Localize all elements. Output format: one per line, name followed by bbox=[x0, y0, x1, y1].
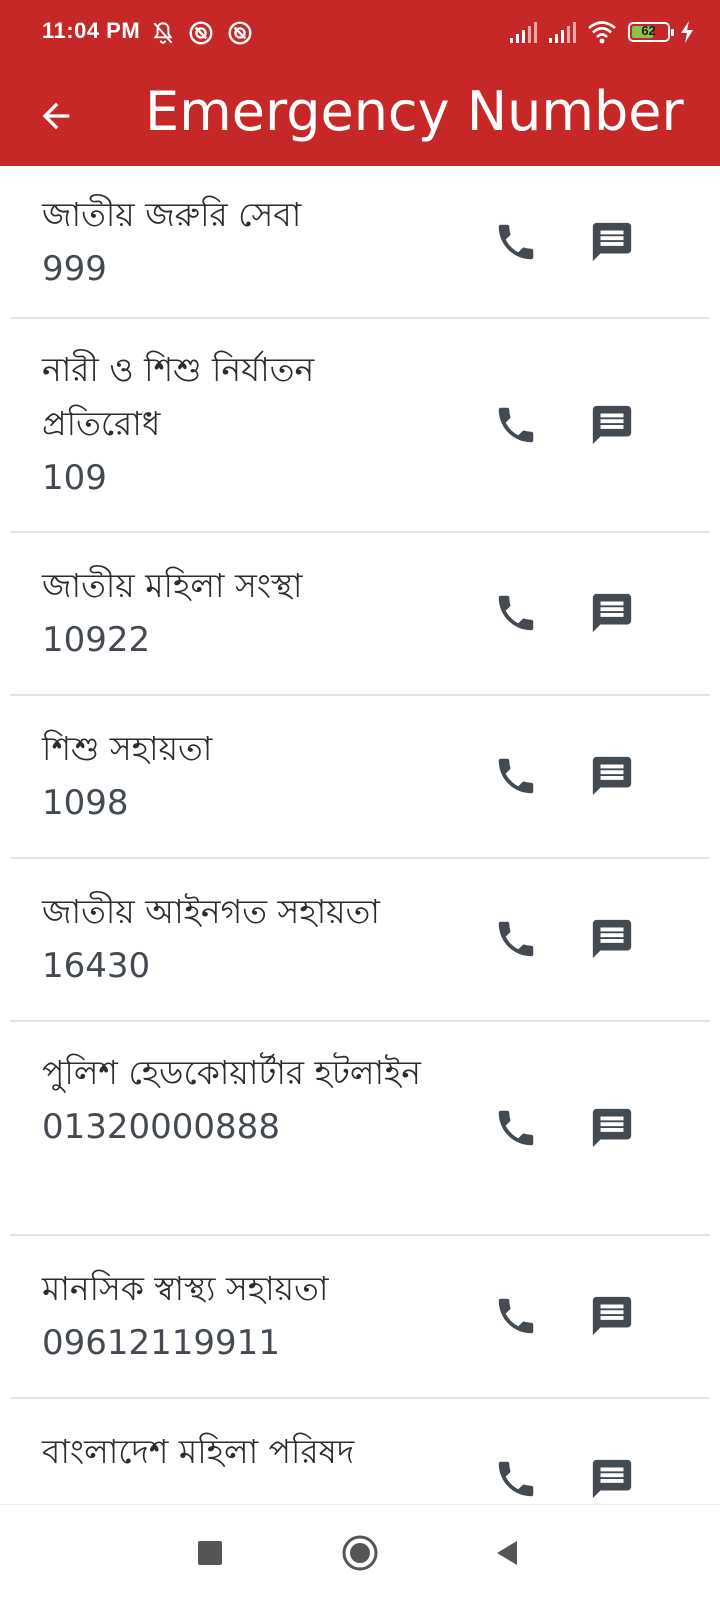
nav-back-button[interactable] bbox=[482, 1529, 530, 1577]
list-item: শিশু সহায়তা 1098 bbox=[10, 696, 710, 859]
phone-icon bbox=[498, 758, 534, 794]
message-icon bbox=[592, 1296, 632, 1336]
phone-icon bbox=[498, 1461, 534, 1497]
message-button[interactable] bbox=[584, 1100, 640, 1156]
message-icon bbox=[592, 1459, 632, 1499]
phone-icon bbox=[498, 595, 534, 631]
wifi-icon bbox=[588, 21, 616, 44]
message-button[interactable] bbox=[584, 585, 640, 641]
app-bar: Emergency Number bbox=[0, 70, 720, 166]
contact-number: 10922 bbox=[42, 620, 151, 660]
message-button[interactable] bbox=[584, 1288, 640, 1344]
contact-number: 09612119911 bbox=[42, 1323, 280, 1363]
contact-name: জাতীয় জরুরি সেবা bbox=[42, 195, 302, 234]
message-icon bbox=[592, 405, 632, 445]
message-icon bbox=[592, 593, 632, 633]
message-icon bbox=[592, 222, 632, 262]
phone-icon bbox=[498, 224, 534, 260]
contact-number: 01320000888 bbox=[42, 1107, 280, 1147]
signal-icon bbox=[510, 22, 538, 43]
message-button[interactable] bbox=[584, 748, 640, 804]
list-item: পুলিশ হেডকোয়ার্টার হটলাইন 01320000888 bbox=[10, 1022, 710, 1236]
recents-button[interactable] bbox=[186, 1529, 234, 1577]
contact-name: নারী ও শিশু নির্যাতন প্রতিরোধ bbox=[42, 350, 315, 443]
contact-name: পুলিশ হেডকোয়ার্টার হটলাইন bbox=[42, 1053, 421, 1092]
call-button[interactable] bbox=[488, 748, 544, 804]
battery-level: 62 bbox=[641, 23, 656, 38]
page-title: Emergency Number bbox=[145, 80, 684, 143]
system-nav-bar bbox=[0, 1504, 720, 1601]
phone-icon bbox=[498, 407, 534, 443]
list-item: জাতীয় আইনগত সহায়তা 16430 bbox=[10, 859, 710, 1022]
contact-name: মানসিক স্বাস্থ্য সহায়তা bbox=[42, 1269, 329, 1308]
app-header: 11:04 PM 62 Emergency Number bbox=[0, 0, 720, 166]
message-icon bbox=[592, 1108, 632, 1148]
call-button[interactable] bbox=[488, 397, 544, 453]
contact-name: বাংলাদেশ মহিলা পরিষদ bbox=[42, 1432, 355, 1471]
call-button[interactable] bbox=[488, 1451, 544, 1504]
emergency-number-list: জাতীয় জরুরি সেবা 999 নারী ও শিশু নির্যা… bbox=[0, 166, 720, 1504]
battery-tip bbox=[670, 29, 674, 36]
contact-number: 109 bbox=[42, 458, 107, 498]
list-item: বাংলাদেশ মহিলা পরিষদ bbox=[10, 1399, 710, 1504]
arrow-back-icon bbox=[42, 102, 70, 130]
call-button[interactable] bbox=[488, 214, 544, 270]
status-bar: 11:04 PM 62 bbox=[0, 0, 720, 70]
call-button[interactable] bbox=[488, 911, 544, 967]
message-icon bbox=[592, 919, 632, 959]
bell-off-icon bbox=[153, 22, 173, 44]
call-button[interactable] bbox=[488, 1100, 544, 1156]
dnd-icon bbox=[189, 21, 213, 45]
home-circle-icon bbox=[342, 1535, 378, 1571]
message-button[interactable] bbox=[584, 397, 640, 453]
message-button[interactable] bbox=[584, 214, 640, 270]
phone-icon bbox=[498, 1298, 534, 1334]
message-button[interactable] bbox=[584, 911, 640, 967]
message-button[interactable] bbox=[584, 1451, 640, 1504]
list-item: জাতীয় মহিলা সংস্থা 10922 bbox=[10, 533, 710, 696]
status-left-icons bbox=[150, 20, 261, 48]
dnd-icon bbox=[228, 21, 252, 45]
signal-icon bbox=[548, 22, 576, 43]
charging-bolt-icon bbox=[681, 21, 693, 43]
back-triangle-icon bbox=[497, 1541, 517, 1565]
status-time: 11:04 PM bbox=[42, 18, 141, 43]
home-button[interactable] bbox=[336, 1529, 384, 1577]
contact-number: 999 bbox=[42, 249, 107, 289]
contact-name: জাতীয় আইনগত সহায়তা bbox=[42, 892, 380, 931]
contact-number: 1098 bbox=[42, 783, 129, 823]
status-right-icons: 62 bbox=[504, 20, 694, 48]
contact-number: 16430 bbox=[42, 946, 151, 986]
list-item: নারী ও শিশু নির্যাতন প্রতিরোধ 109 bbox=[10, 319, 710, 533]
battery-icon: 62 bbox=[627, 22, 674, 42]
list-item: জাতীয় জরুরি সেবা 999 bbox=[10, 166, 710, 319]
phone-icon bbox=[498, 1110, 534, 1146]
list-item: মানসিক স্বাস্থ্য সহায়তা 09612119911 bbox=[10, 1236, 710, 1399]
contact-name: জাতীয় মহিলা সংস্থা bbox=[42, 566, 303, 605]
message-icon bbox=[592, 756, 632, 796]
call-button[interactable] bbox=[488, 585, 544, 641]
phone-icon bbox=[498, 921, 534, 957]
call-button[interactable] bbox=[488, 1288, 544, 1344]
back-button[interactable] bbox=[28, 88, 84, 144]
contact-name: শিশু সহায়তা bbox=[42, 729, 213, 768]
recents-square-icon bbox=[198, 1541, 222, 1565]
